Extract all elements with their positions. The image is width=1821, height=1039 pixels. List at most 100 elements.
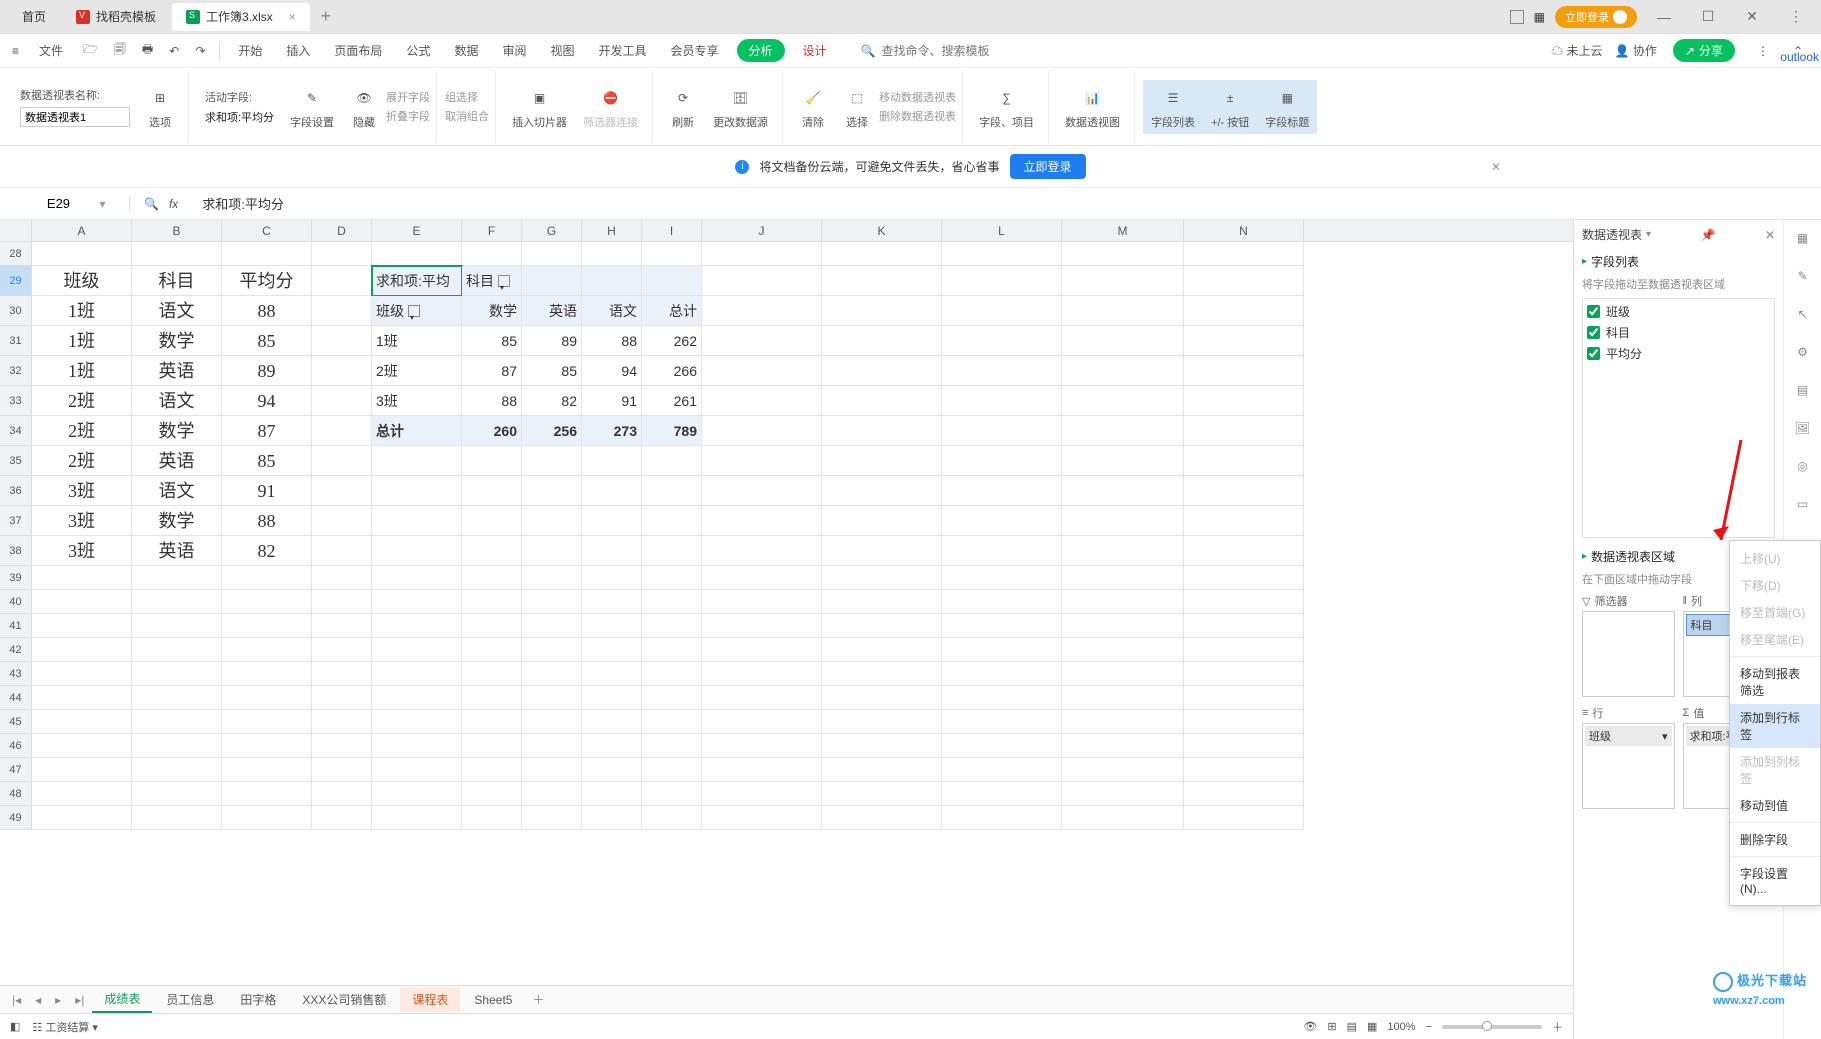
cell[interactable] xyxy=(822,386,942,416)
cell[interactable] xyxy=(522,686,582,710)
sheet-nav-next[interactable]: ▸ xyxy=(49,993,67,1007)
cell[interactable]: 1班 xyxy=(372,326,462,356)
cell[interactable] xyxy=(822,356,942,386)
cell[interactable] xyxy=(822,734,942,758)
move-pivot-button[interactable]: 移动数据透视表 xyxy=(879,89,956,105)
cell[interactable] xyxy=(582,734,642,758)
cell[interactable]: 班级 xyxy=(372,296,462,326)
cell[interactable] xyxy=(1184,266,1304,296)
cell[interactable] xyxy=(942,266,1062,296)
cell[interactable] xyxy=(822,782,942,806)
cell[interactable]: 科目 xyxy=(462,266,522,296)
cell[interactable] xyxy=(642,782,702,806)
menu-dev[interactable]: 开发工具 xyxy=(588,38,656,63)
cell[interactable] xyxy=(462,536,522,566)
cell[interactable] xyxy=(312,326,372,356)
pivot-name-input[interactable] xyxy=(20,107,130,127)
cell[interactable] xyxy=(522,806,582,830)
cell[interactable]: 平均分 xyxy=(222,266,312,296)
cell[interactable] xyxy=(1062,446,1184,476)
cell[interactable] xyxy=(462,614,522,638)
cell[interactable] xyxy=(1062,566,1184,590)
cell[interactable]: 261 xyxy=(642,386,702,416)
cell[interactable] xyxy=(702,416,822,446)
cell[interactable] xyxy=(822,536,942,566)
cell[interactable] xyxy=(32,638,132,662)
cell[interactable] xyxy=(372,662,462,686)
cell[interactable] xyxy=(702,506,822,536)
cell[interactable] xyxy=(642,614,702,638)
cell[interactable] xyxy=(32,758,132,782)
ctx-to-filter[interactable]: 移动到报表筛选 xyxy=(1730,660,1820,704)
cell[interactable] xyxy=(822,614,942,638)
cell[interactable] xyxy=(822,446,942,476)
cell[interactable]: 语文 xyxy=(132,296,222,326)
column-header-G[interactable]: G xyxy=(522,220,582,241)
menu-member[interactable]: 会员专享 xyxy=(661,38,729,63)
cell[interactable] xyxy=(1062,758,1184,782)
cell[interactable]: 89 xyxy=(522,326,582,356)
cell[interactable] xyxy=(522,566,582,590)
view-normal-icon[interactable]: ⊞ xyxy=(1327,1020,1336,1033)
open-icon[interactable]: 🗁 xyxy=(77,36,104,65)
refresh-button[interactable]: ⟳刷新 xyxy=(661,80,705,134)
cell[interactable]: 总计 xyxy=(642,296,702,326)
menu-formula[interactable]: 公式 xyxy=(396,38,440,63)
cell[interactable] xyxy=(702,386,822,416)
cell[interactable] xyxy=(132,782,222,806)
cell[interactable] xyxy=(702,710,822,734)
cell[interactable] xyxy=(702,662,822,686)
status-rec-icon[interactable]: ◧ xyxy=(10,1020,20,1033)
menu-review[interactable]: 审阅 xyxy=(492,38,536,63)
sheet-tab-6[interactable]: Sheet5 xyxy=(462,989,524,1011)
cell[interactable] xyxy=(222,782,312,806)
cell[interactable] xyxy=(822,326,942,356)
cell[interactable] xyxy=(312,734,372,758)
cell[interactable] xyxy=(1184,662,1304,686)
cell[interactable] xyxy=(462,806,522,830)
cell[interactable] xyxy=(642,590,702,614)
cell[interactable]: 英语 xyxy=(132,536,222,566)
column-header-C[interactable]: C xyxy=(222,220,312,241)
cell[interactable]: 266 xyxy=(642,356,702,386)
cell[interactable] xyxy=(1184,326,1304,356)
rail-book-icon[interactable]: ▭ xyxy=(1793,494,1813,514)
cell[interactable] xyxy=(642,506,702,536)
row-drop-zone[interactable]: 班级▾ xyxy=(1582,723,1675,809)
row-header[interactable]: 48 xyxy=(0,782,32,806)
cell[interactable]: 87 xyxy=(222,416,312,446)
column-header-L[interactable]: L xyxy=(942,220,1062,241)
cell[interactable]: 256 xyxy=(522,416,582,446)
cell[interactable] xyxy=(582,758,642,782)
cell[interactable] xyxy=(642,266,702,296)
cell[interactable] xyxy=(1184,638,1304,662)
cell[interactable] xyxy=(132,686,222,710)
cell[interactable]: 789 xyxy=(642,416,702,446)
cell[interactable]: 英语 xyxy=(522,296,582,326)
cell[interactable]: 82 xyxy=(522,386,582,416)
column-header-B[interactable]: B xyxy=(132,220,222,241)
cell[interactable] xyxy=(372,446,462,476)
cell[interactable] xyxy=(1184,806,1304,830)
cell[interactable]: 2班 xyxy=(372,356,462,386)
cell[interactable] xyxy=(1184,686,1304,710)
cell[interactable] xyxy=(132,614,222,638)
cell[interactable]: 260 xyxy=(462,416,522,446)
cell[interactable] xyxy=(1184,356,1304,386)
select-all-button[interactable] xyxy=(0,220,32,241)
cell[interactable] xyxy=(462,476,522,506)
cell[interactable] xyxy=(942,686,1062,710)
field-class[interactable]: 班级 xyxy=(1587,303,1770,320)
cell[interactable] xyxy=(312,686,372,710)
cell[interactable] xyxy=(822,296,942,326)
cell[interactable] xyxy=(822,266,942,296)
more-icon[interactable]: ⋮ xyxy=(1751,40,1775,62)
clear-button[interactable]: 🧹清除 xyxy=(791,80,835,134)
cell[interactable]: 3班 xyxy=(32,506,132,536)
rail-apps-icon[interactable]: ▦ xyxy=(1793,228,1813,248)
cell[interactable] xyxy=(1184,590,1304,614)
cell[interactable] xyxy=(1184,386,1304,416)
cell[interactable]: 数学 xyxy=(132,506,222,536)
cell[interactable] xyxy=(582,590,642,614)
column-header-K[interactable]: K xyxy=(822,220,942,241)
